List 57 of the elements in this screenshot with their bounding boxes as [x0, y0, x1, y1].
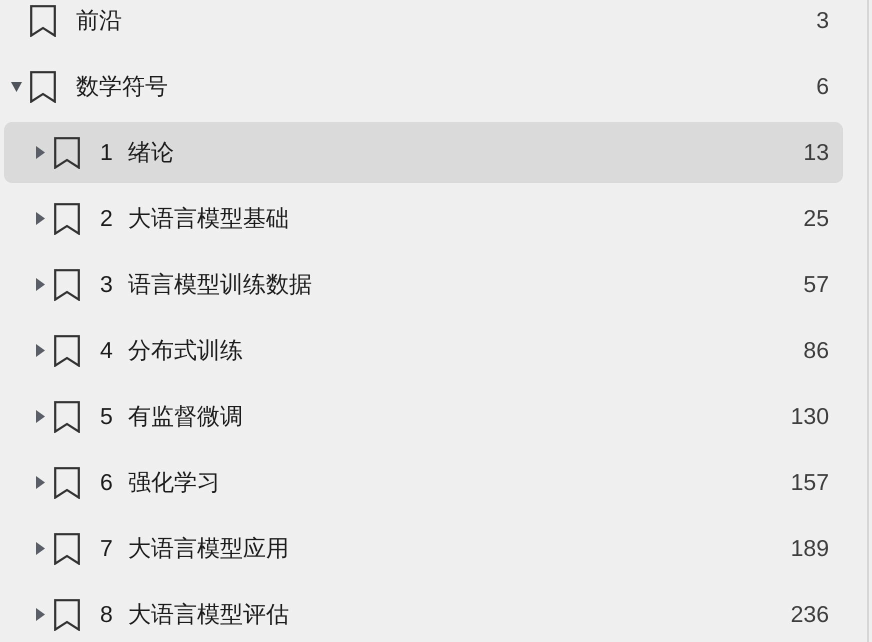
bookmark-icon [54, 598, 80, 630]
chapter-number: 2 [100, 205, 113, 232]
page-number: 6 [816, 73, 829, 100]
bookmark-row[interactable]: 2 大语言模型基础 25 [4, 188, 843, 249]
bookmark-icon [54, 268, 80, 300]
bookmark-icon [54, 334, 80, 366]
caret-right-icon[interactable] [36, 542, 44, 555]
bookmark-title: 绪论 [128, 138, 174, 167]
page-number: 157 [790, 469, 829, 496]
caret-right-icon[interactable] [36, 410, 44, 423]
bookmark-row[interactable]: 4 分布式训练 86 [4, 320, 843, 381]
bookmark-row[interactable]: 1 绪论 13 [4, 122, 843, 183]
caret-right-icon[interactable] [36, 344, 44, 357]
chapter-number: 6 [100, 469, 113, 496]
chapter-number: 8 [100, 601, 113, 628]
bookmark-row[interactable]: 前沿 3 [4, 0, 843, 51]
page-number: 3 [816, 7, 829, 34]
page-number: 86 [803, 337, 829, 364]
bookmark-icon [54, 532, 80, 564]
bookmark-icon [54, 466, 80, 498]
bookmark-icon [30, 4, 56, 36]
caret-right-icon[interactable] [36, 212, 44, 225]
bookmark-title: 有监督微调 [128, 402, 243, 431]
chapter-number: 4 [100, 337, 113, 364]
chapter-number: 3 [100, 271, 113, 298]
bookmark-row[interactable]: 8 大语言模型评估 236 [4, 584, 843, 642]
chapter-number: 5 [100, 403, 113, 430]
bookmark-row[interactable]: 5 有监督微调 130 [4, 386, 843, 447]
bookmark-row[interactable]: 3 语言模型训练数据 57 [4, 254, 843, 315]
bookmark-title: 大语言模型基础 [128, 204, 289, 233]
chapter-number: 1 [100, 139, 113, 166]
bookmark-title: 大语言模型应用 [128, 534, 289, 563]
bookmark-title: 大语言模型评估 [128, 600, 289, 629]
caret-right-icon[interactable] [36, 476, 44, 489]
bookmark-title: 分布式训练 [128, 336, 243, 365]
chapter-number: 7 [100, 535, 113, 562]
caret-right-icon[interactable] [36, 146, 44, 159]
caret-down-icon[interactable] [10, 82, 22, 92]
bookmark-title: 数学符号 [76, 72, 168, 101]
bookmark-icon [54, 202, 80, 234]
bookmark-title: 前沿 [76, 6, 122, 35]
page-number: 25 [803, 205, 829, 232]
page-number: 236 [790, 601, 829, 628]
bookmark-row[interactable]: 数学符号 6 [4, 56, 843, 117]
bookmark-icon [30, 70, 56, 102]
bookmark-icon [54, 400, 80, 432]
caret-right-icon[interactable] [36, 608, 44, 621]
page-number: 57 [803, 271, 829, 298]
bookmark-icon [54, 136, 80, 168]
caret-right-icon[interactable] [36, 278, 44, 291]
page-number: 130 [790, 403, 829, 430]
bookmark-title: 强化学习 [128, 468, 220, 497]
page-number: 189 [790, 535, 829, 562]
bookmark-row[interactable]: 6 强化学习 157 [4, 452, 843, 513]
bookmark-title: 语言模型训练数据 [128, 270, 312, 299]
bookmark-row[interactable]: 7 大语言模型应用 189 [4, 518, 843, 579]
page-number: 13 [803, 139, 829, 166]
